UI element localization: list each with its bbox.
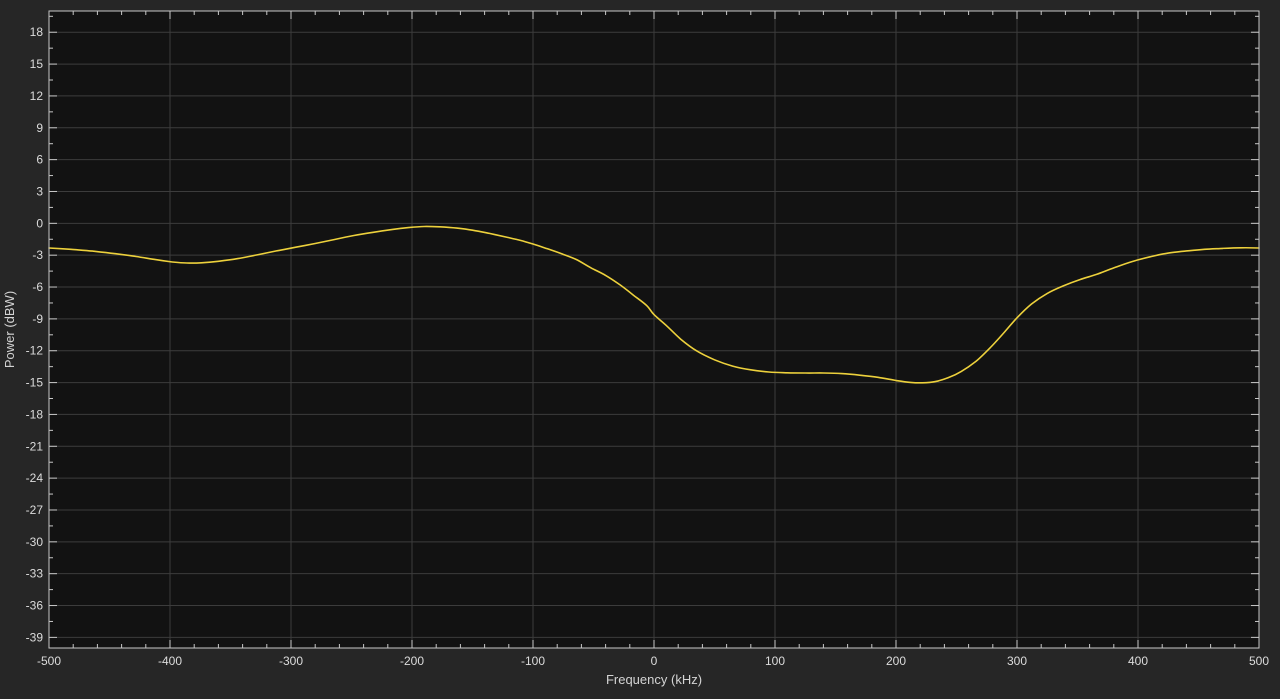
y-axis-label: Power (dBW)	[2, 291, 17, 368]
y-tick-label: 15	[30, 57, 44, 71]
y-tick-label: -27	[26, 503, 44, 517]
y-tick-label: 18	[30, 25, 44, 39]
y-tick-label: -12	[26, 344, 44, 358]
x-tick-label: 300	[1007, 654, 1027, 668]
y-tick-labels: 18 15 12 9 6 3 0 -3 -6 -9 -12 -15 -18 -21 -24 -27 -30 -33…	[26, 25, 44, 644]
x-tick-label: -300	[279, 654, 303, 668]
y-tick-label: -33	[26, 567, 44, 581]
x-tick-label: 500	[1249, 654, 1269, 668]
x-tick-label: -500	[37, 654, 61, 668]
y-tick-label: -6	[32, 280, 43, 294]
y-tick-label: 0	[36, 216, 43, 230]
y-tick-label: -15	[26, 376, 44, 390]
y-tick-label: -21	[26, 439, 44, 453]
x-tick-label: -400	[158, 654, 182, 668]
spectrum-analyzer-figure: -500 -400 -300 -200 -100 0 100 200 300 400 500 18 1…	[0, 0, 1280, 694]
x-tick-label: 200	[886, 654, 906, 668]
y-tick-label: 9	[36, 121, 43, 135]
y-tick-label: -3	[32, 248, 43, 262]
y-tick-label: 12	[30, 89, 44, 103]
y-tick-label: 3	[36, 184, 43, 198]
x-tick-label: 400	[1128, 654, 1148, 668]
spectrum-plot: -500 -400 -300 -200 -100 0 100 200 300 400 500 181…	[2, 10, 1269, 687]
x-tick-label: -100	[521, 654, 545, 668]
y-tick-label: -36	[26, 599, 44, 613]
x-tick-label: -200	[400, 654, 424, 668]
x-axis-label: Frequency (kHz)	[606, 672, 702, 687]
x-tick-label: 100	[765, 654, 785, 668]
y-tick-label: -18	[26, 407, 44, 421]
y-tick-label: 6	[36, 153, 43, 167]
x-tick-labels: -500 -400 -300 -200 -100 0 100 200 300 400 500	[37, 654, 1269, 668]
y-tick-label: -24	[26, 471, 44, 485]
y-tick-label: -9	[32, 312, 43, 326]
y-tick-label: -39	[26, 630, 44, 644]
x-tick-label: 0	[651, 654, 658, 668]
y-tick-label: -30	[26, 535, 44, 549]
